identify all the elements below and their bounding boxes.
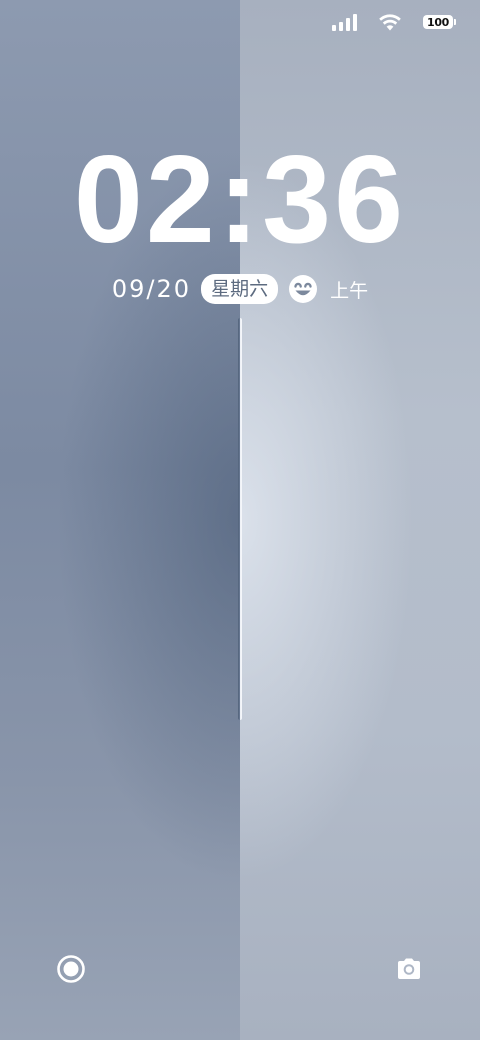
weekday-pill: 星期六 — [201, 274, 279, 304]
wifi-icon — [379, 13, 401, 31]
battery-tip — [454, 19, 456, 25]
cellular-signal-icon — [332, 13, 357, 31]
camera-shortcut-button[interactable] — [392, 952, 426, 986]
assistant-shortcut-button[interactable] — [54, 952, 88, 986]
camera-icon — [398, 958, 420, 979]
lock-screen: 100 02:36 09/20 星期六 上午 — [0, 0, 480, 1040]
date-text: 09/20 — [111, 275, 192, 303]
battery-level: 100 — [423, 15, 453, 29]
am-pm-label: 上午 — [330, 279, 369, 302]
date-row: 09/20 星期六 上午 — [0, 272, 480, 306]
battery-indicator: 100 — [423, 15, 456, 29]
assistant-icon — [57, 955, 85, 983]
wallpaper-crease — [238, 318, 242, 720]
status-bar: 100 — [332, 10, 456, 34]
lock-clock: 02:36 — [73, 131, 407, 269]
smiling-face-icon — [289, 275, 318, 303]
